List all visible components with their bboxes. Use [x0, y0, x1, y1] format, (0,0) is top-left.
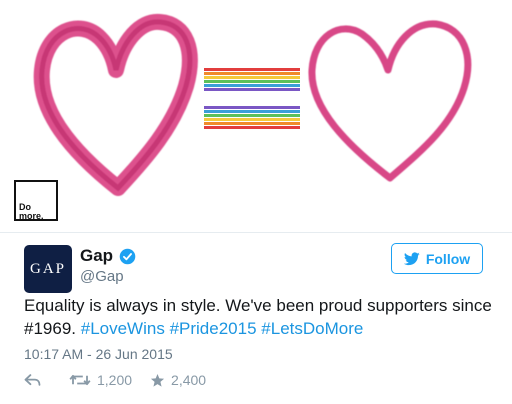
tweet-actions: 1,200 2,400	[24, 372, 206, 388]
left-heart	[33, 13, 198, 196]
tweet-timestamp[interactable]: 10:17 AM - 26 Jun 2015	[24, 346, 173, 362]
hashtag-letsdomore[interactable]: #LetsDoMore	[261, 319, 363, 338]
retweet-button[interactable]: 1,200	[69, 372, 132, 388]
bird-icon	[403, 251, 420, 265]
favorite-button[interactable]: 2,400	[150, 372, 206, 388]
star-icon	[150, 373, 165, 387]
favorite-count: 2,400	[171, 372, 207, 388]
hashtag-pride2015[interactable]: #Pride2015	[170, 319, 257, 338]
verified-badge-icon	[119, 248, 136, 264]
retweet-count: 1,200	[97, 372, 133, 388]
rainbow-equals-sign	[204, 68, 300, 129]
avatar[interactable]: GAP	[24, 245, 72, 293]
do-more-badge: Do more.	[14, 180, 58, 221]
badge-line-2: more.	[19, 211, 44, 221]
tweet-image[interactable]: Do more.	[0, 0, 512, 232]
follow-label: Follow	[425, 250, 471, 267]
hashtag-lovewins[interactable]: #LoveWins	[81, 319, 165, 338]
retweet-icon	[69, 374, 91, 386]
account-name-row: Gap	[80, 246, 136, 266]
reply-icon	[24, 374, 41, 386]
equality-illustration	[33, 13, 472, 196]
tweet-text: Equality is always in style. We've been …	[24, 294, 494, 340]
account-name[interactable]: Gap	[80, 246, 113, 266]
divider	[0, 232, 512, 233]
follow-button[interactable]: Follow	[391, 243, 483, 274]
reply-button[interactable]	[24, 373, 41, 387]
right-heart	[308, 20, 472, 182]
account-handle[interactable]: @Gap	[80, 268, 124, 285]
